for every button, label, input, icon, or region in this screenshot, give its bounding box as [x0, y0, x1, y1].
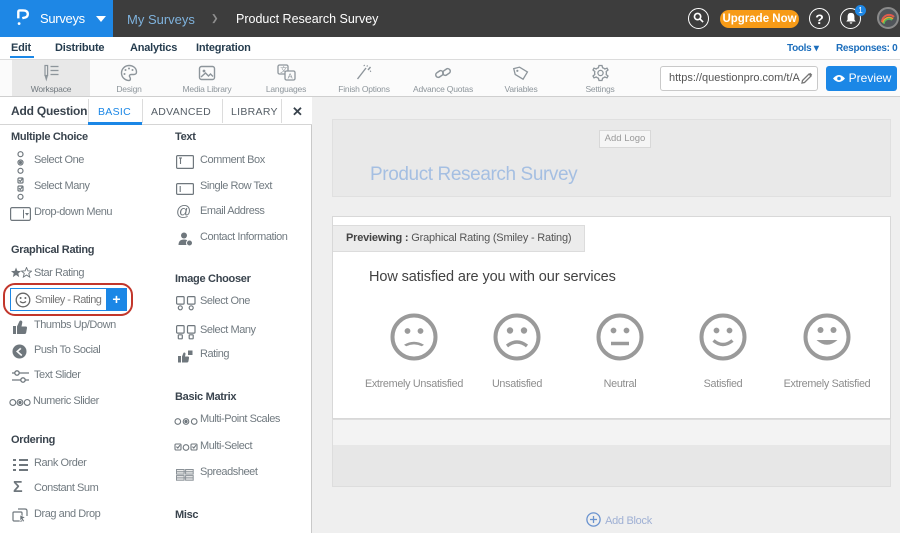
svg-text:A: A — [288, 71, 293, 80]
